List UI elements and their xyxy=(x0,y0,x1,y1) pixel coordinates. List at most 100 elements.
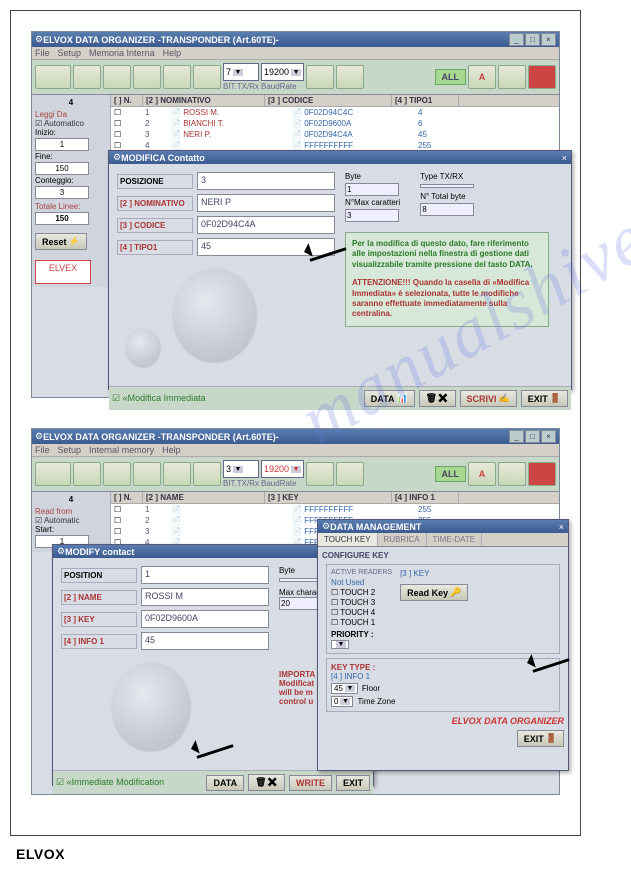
key3-label: [3 ] KEY xyxy=(400,569,468,578)
toolbar-btn-7[interactable] xyxy=(306,65,334,89)
menu-file[interactable]: File xyxy=(35,445,50,455)
write-button[interactable]: WRITE xyxy=(289,775,332,791)
cod-input[interactable]: 0F02D94C4A xyxy=(197,216,335,234)
toolbar-btn-3[interactable] xyxy=(103,462,131,486)
bittx-combo[interactable]: 7▼ xyxy=(223,63,259,81)
pos-input[interactable]: 3 xyxy=(197,172,335,190)
tab-rubrica[interactable]: RUBRICA xyxy=(378,533,427,546)
all-button[interactable]: ALL xyxy=(435,466,467,482)
menu-memory[interactable]: Internal memory xyxy=(89,445,154,455)
toolbar-btn-1[interactable] xyxy=(35,462,71,486)
auto-checkbox[interactable]: ☑ Automatic xyxy=(35,516,107,525)
data-button[interactable]: DATA 📊 xyxy=(364,390,415,407)
menu-help[interactable]: Help xyxy=(162,445,181,455)
immediate-checkbox[interactable]: ☑ «Modifica Immediata xyxy=(112,393,206,404)
priority-select[interactable]: ▼ xyxy=(331,640,349,649)
minimize-button[interactable]: _ xyxy=(509,33,524,46)
menu-help[interactable]: Help xyxy=(163,48,182,58)
touch4-check[interactable]: ☐ TOUCH 4 xyxy=(331,608,392,617)
dialog-title: MODIFICA Contatto xyxy=(121,153,562,163)
toolbar-btn-5[interactable] xyxy=(163,462,191,486)
toolbar: 7▼BIT.TX/Rx 19200▼BaudRate ALL A xyxy=(32,60,559,95)
touch2-check[interactable]: ☐ TOUCH 2 xyxy=(331,588,392,597)
toolbar-btn-ac[interactable]: A xyxy=(468,65,496,89)
exit-button[interactable]: EXIT xyxy=(336,775,370,791)
minimize-button[interactable]: _ xyxy=(509,430,524,443)
menu-setup[interactable]: Setup xyxy=(58,48,82,58)
toolbar-btn-power[interactable] xyxy=(528,65,556,89)
reset-button[interactable]: Reset ⚡ xyxy=(35,233,87,250)
tipo-input[interactable]: 45 xyxy=(197,238,335,256)
col-n[interactable]: [ ] N. xyxy=(111,492,143,503)
menu-setup[interactable]: Setup xyxy=(58,445,82,455)
toolbar-btn-6[interactable] xyxy=(193,65,221,89)
table-row[interactable]: ☐3📄 NERI P.📄 0F02D94C4A45 xyxy=(111,129,559,140)
toolbar-btn-3[interactable] xyxy=(103,65,131,89)
toolbar-btn-2[interactable] xyxy=(73,65,101,89)
key-input[interactable]: 0F02D9600A xyxy=(141,610,269,628)
close-button[interactable]: × xyxy=(541,33,556,46)
col-n[interactable]: [ ] N. xyxy=(111,95,143,106)
baudrate-combo[interactable]: 19200▼ xyxy=(261,460,304,478)
auto-checkbox[interactable]: ☑ Automatico xyxy=(35,119,107,128)
nom-label: [2 ] NOMINATIVO xyxy=(117,196,193,211)
table-row[interactable]: ☐2📄 BIANCHI T.📄 0F02D9600A6 xyxy=(111,118,559,129)
col-name[interactable]: [2 ] NAME xyxy=(143,492,265,503)
delete-button[interactable]: 🗑✖ xyxy=(419,390,456,407)
col-info[interactable]: [4 ] INFO 1 xyxy=(392,492,459,503)
delete-button[interactable]: 🗑✖ xyxy=(248,774,285,791)
touch3-check[interactable]: ☐ TOUCH 3 xyxy=(331,598,392,607)
toolbar-btn-9[interactable] xyxy=(498,462,526,486)
end-input[interactable]: 150 xyxy=(35,162,89,175)
col-cod[interactable]: [3 ] CODICE xyxy=(265,95,392,106)
start-input[interactable]: 1 xyxy=(35,138,89,151)
dialog-close[interactable]: × xyxy=(562,153,567,163)
dm-exit-button[interactable]: EXIT 🚪 xyxy=(517,730,564,747)
count-input[interactable]: 3 xyxy=(35,186,89,199)
pos-input[interactable]: 1 xyxy=(141,566,269,584)
baudrate-combo[interactable]: 19200▼ xyxy=(261,63,304,81)
sidebar-count: 4 xyxy=(35,495,107,504)
exit-button[interactable]: EXIT 🚪 xyxy=(521,390,568,407)
toolbar-btn-4[interactable] xyxy=(133,65,161,89)
touch1-check[interactable]: ☐ TOUCH 1 xyxy=(331,618,392,627)
info-panel: Per la modifica di questo dato, fare rif… xyxy=(345,232,549,327)
dm-close[interactable]: × xyxy=(559,522,564,532)
table-row[interactable]: ☐1📄 📄 FFFFFFFFFF255 xyxy=(111,504,559,515)
immediate-checkbox[interactable]: ☑ «Immediate Modification xyxy=(56,777,164,788)
toolbar-btn-9[interactable] xyxy=(498,65,526,89)
timezone-select[interactable]: 0▼ xyxy=(331,696,353,707)
bittx-combo[interactable]: 3▼ xyxy=(223,460,259,478)
toolbar-btn-5[interactable] xyxy=(163,65,191,89)
toolbar-btn-power[interactable] xyxy=(528,462,556,486)
toolbar-btn-6[interactable] xyxy=(193,462,221,486)
col-key[interactable]: [3 ] KEY xyxy=(265,492,392,503)
name-input[interactable]: ROSSI M xyxy=(141,588,269,606)
toolbar-btn-4[interactable] xyxy=(133,462,161,486)
read-key-button[interactable]: Read Key 🔑 xyxy=(400,584,468,601)
data-button[interactable]: DATA xyxy=(206,775,244,791)
window-title: ELVOX DATA ORGANIZER -TRANSPONDER (Art.6… xyxy=(43,35,509,45)
tab-touchkey[interactable]: TOUCH KEY xyxy=(318,533,378,546)
toolbar-btn-8[interactable] xyxy=(336,65,364,89)
table-row[interactable]: ☐1📄 ROSSI M.📄 0F02D94C4C4 xyxy=(111,107,559,118)
toolbar-btn-1[interactable] xyxy=(35,65,71,89)
floor-select[interactable]: 45▼ xyxy=(331,683,358,694)
maximize-button[interactable]: □ xyxy=(525,33,540,46)
toolbar-btn-2[interactable] xyxy=(73,462,101,486)
key-label: [3 ] KEY xyxy=(61,612,137,627)
toolbar-btn-8[interactable] xyxy=(336,462,364,486)
all-button[interactable]: ALL xyxy=(435,69,467,85)
col-nom[interactable]: [2 ] NOMINATIVO xyxy=(143,95,265,106)
close-button[interactable]: × xyxy=(541,430,556,443)
menu-memory[interactable]: Memoria Interna xyxy=(89,48,155,58)
toolbar-btn-7[interactable] xyxy=(306,462,334,486)
maximize-button[interactable]: □ xyxy=(525,430,540,443)
nom-input[interactable]: NERI P xyxy=(197,194,335,212)
col-tipo[interactable]: [4 ] TIPO1 xyxy=(392,95,459,106)
write-button[interactable]: SCRIVI ✍ xyxy=(460,390,517,407)
toolbar-btn-ac[interactable]: A xyxy=(468,462,496,486)
menu-file[interactable]: File xyxy=(35,48,50,58)
tab-timedate[interactable]: TIME-DATE xyxy=(427,533,483,546)
info-input[interactable]: 45 xyxy=(141,632,269,650)
